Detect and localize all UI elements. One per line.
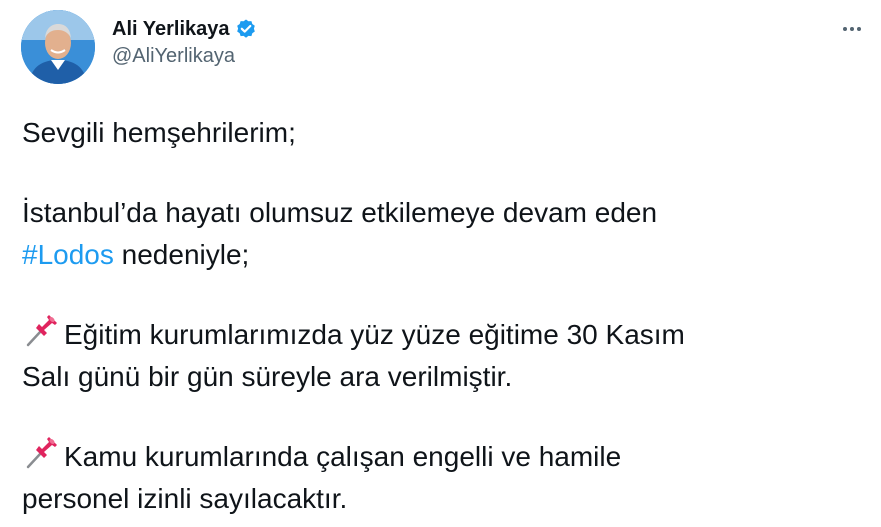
display-name[interactable]: Ali Yerlikaya bbox=[112, 18, 230, 41]
greeting-text: Sevgili hemşehrilerim; bbox=[22, 117, 296, 148]
context-suffix: nedeniyle; bbox=[113, 239, 250, 270]
tweet-text: Sevgili hemşehrilerim; İstanbul’da hayat… bbox=[22, 112, 862, 520]
verified-badge-icon bbox=[235, 18, 257, 40]
user-handle[interactable]: @AliYerlikaya bbox=[112, 45, 257, 68]
hashtag-link[interactable]: #Lodos bbox=[22, 239, 114, 270]
item2-line1: Kamu kurumlarında çalışan engelli ve ham… bbox=[64, 441, 622, 472]
context-paragraph: İstanbul’da hayatı olumsuz etkilemeye de… bbox=[22, 192, 862, 276]
more-options-icon[interactable] bbox=[837, 16, 867, 42]
author-block: Ali Yerlikaya @AliYerlikaya bbox=[112, 16, 257, 68]
item1-line2: Salı günü bir gün süreyle ara verilmişti… bbox=[22, 361, 513, 392]
avatar[interactable] bbox=[21, 10, 95, 84]
pushpin-icon bbox=[22, 436, 62, 470]
announcement-item-1: Eğitim kurumlarımızda yüz yüze eğitime 3… bbox=[22, 314, 862, 398]
context-text: İstanbul’da hayatı olumsuz etkilemeye de… bbox=[22, 197, 658, 228]
name-row: Ali Yerlikaya bbox=[112, 16, 257, 42]
item2-line2: personel izinli sayılacaktır. bbox=[22, 483, 348, 514]
tweet-card: Ali Yerlikaya @AliYerlikaya Sevgili hemş… bbox=[0, 0, 881, 527]
pushpin-icon bbox=[22, 314, 62, 348]
item1-line1: Eğitim kurumlarımızda yüz yüze eğitime 3… bbox=[64, 319, 685, 350]
announcement-item-2: Kamu kurumlarında çalışan engelli ve ham… bbox=[22, 436, 862, 520]
